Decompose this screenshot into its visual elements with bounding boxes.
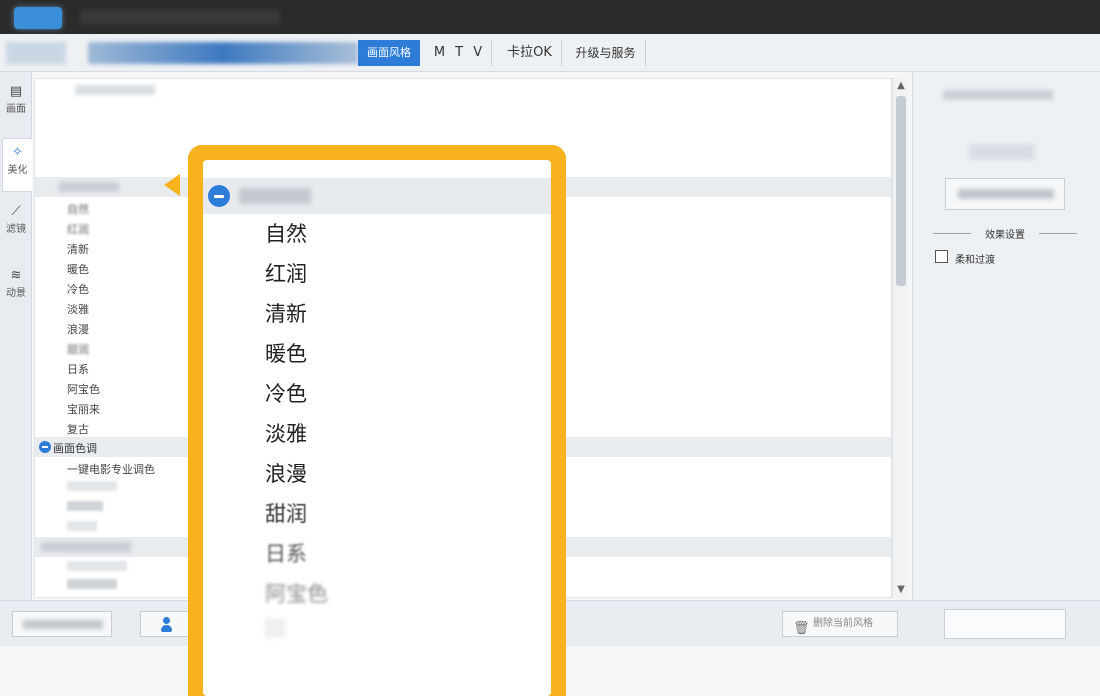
zoom-item[interactable]: 阿宝色 — [265, 578, 328, 608]
blurred-list-header — [75, 85, 155, 95]
scroll-thumb[interactable] — [896, 96, 906, 286]
list-item-blurred[interactable] — [67, 501, 103, 511]
vtab-motion[interactable]: ≋ 动景 — [4, 268, 28, 299]
waves-icon: ≋ — [10, 268, 22, 283]
zoom-callout: 自然 红润 清新 暖色 冷色 淡雅 浪漫 甜润 日系 阿宝色 — [188, 145, 566, 696]
zoom-content: 自然 红润 清新 暖色 冷色 淡雅 浪漫 甜润 日系 阿宝色 — [203, 160, 551, 696]
vtab-label: 动景 — [6, 288, 26, 299]
vtab-filter[interactable]: ⟋ 滤镜 — [4, 204, 28, 235]
zoom-item[interactable]: 甜润 — [265, 498, 307, 528]
zoom-item[interactable]: 清新 — [265, 298, 307, 328]
vtab-frame[interactable]: ▤ 画面 — [4, 84, 28, 115]
zoom-group-header[interactable] — [203, 178, 551, 214]
blurred-tab-group[interactable] — [88, 42, 358, 64]
top-tab-bar: 画面风格 M T V 卡拉OK 升级与服务 — [0, 34, 1100, 72]
zoom-item[interactable]: 冷色 — [265, 378, 307, 408]
blurred-bottom-button[interactable] — [12, 611, 112, 637]
list-item-blurred[interactable] — [67, 521, 97, 531]
zoom-item[interactable]: 浪漫 — [265, 458, 307, 488]
app-logo — [14, 7, 62, 29]
tab-picture-style[interactable]: 画面风格 — [358, 40, 420, 66]
blurred-group-label — [239, 188, 311, 204]
vertical-tab-bar: ▤ 画面 ✧ 美化 ⟋ 滤镜 ≋ 动景 — [0, 72, 32, 600]
vtab-beautify[interactable]: ✧ 美化 — [2, 138, 32, 192]
list-item[interactable]: 暖色 — [67, 261, 89, 277]
effect-settings-panel: 效果设置 柔和过渡 — [912, 72, 1100, 600]
tab-karaoke[interactable]: 卡拉OK — [498, 40, 562, 66]
callout-arrow — [164, 174, 180, 196]
zoom-item[interactable]: 红润 — [265, 258, 307, 288]
scroll-up-icon[interactable]: ▲ — [893, 78, 909, 94]
checkbox-label: 柔和过渡 — [955, 255, 995, 266]
list-item[interactable]: 红润 — [67, 221, 89, 237]
blurred-button[interactable] — [945, 178, 1065, 210]
group-label: 画面色调 — [53, 442, 97, 455]
list-item[interactable]: 复古 — [67, 421, 89, 437]
zoom-item[interactable]: 暖色 — [265, 338, 307, 368]
list-scrollbar[interactable]: ▲ ▼ — [892, 78, 908, 598]
vtab-label: 滤镜 — [6, 224, 26, 235]
list-item[interactable]: 清新 — [67, 241, 89, 257]
list-item-blurred[interactable] — [67, 481, 117, 491]
list-item-blurred[interactable] — [67, 579, 117, 589]
zoom-item[interactable]: 日系 — [265, 538, 307, 568]
list-item[interactable]: 浪漫 — [67, 321, 89, 337]
magic-wand-icon: ✧ — [12, 145, 23, 160]
confirm-button[interactable] — [944, 609, 1066, 639]
list-item[interactable]: 阿宝色 — [67, 381, 100, 397]
delete-label: 删除当前风格 — [813, 618, 873, 629]
collapse-icon[interactable] — [39, 441, 51, 453]
list-item[interactable]: 甜润 — [67, 341, 89, 357]
blurred-label — [969, 144, 1035, 160]
filter-wand-icon: ⟋ — [11, 204, 21, 219]
zoom-item[interactable]: 自然 — [265, 218, 307, 248]
section-title: 效果设置 — [925, 226, 1085, 241]
delete-style-button[interactable]: 🗑 删除当前风格 — [782, 611, 898, 637]
list-item[interactable]: 一键电影专业调色 — [67, 461, 155, 477]
tab-upgrade-service[interactable]: 升级与服务 — [566, 40, 646, 66]
list-item-blurred[interactable] — [67, 561, 127, 571]
list-item[interactable]: 日系 — [67, 361, 89, 377]
trash-icon: 🗑 — [793, 621, 810, 636]
tab-mtv[interactable]: M T V — [428, 40, 492, 66]
vtab-label: 美化 — [7, 165, 28, 176]
blurred-heading — [943, 90, 1053, 100]
list-item[interactable]: 宝丽来 — [67, 401, 100, 417]
user-button[interactable] — [140, 611, 190, 637]
vtab-label: 画面 — [6, 104, 26, 115]
list-item[interactable]: 自然 — [67, 201, 89, 217]
collapse-icon[interactable] — [208, 185, 230, 207]
title-bar — [0, 0, 1100, 34]
user-icon — [161, 617, 172, 633]
blurred-tab-left[interactable] — [6, 42, 66, 64]
scroll-down-icon[interactable]: ▼ — [893, 582, 909, 598]
list-item[interactable]: 淡雅 — [67, 301, 89, 317]
zoom-item[interactable]: 淡雅 — [265, 418, 307, 448]
frame-icon: ▤ — [9, 84, 23, 99]
window-title-blurred — [80, 10, 280, 24]
soft-transition-checkbox[interactable] — [935, 250, 948, 263]
zoom-item-faded — [265, 618, 285, 638]
list-item[interactable]: 冷色 — [67, 281, 89, 297]
